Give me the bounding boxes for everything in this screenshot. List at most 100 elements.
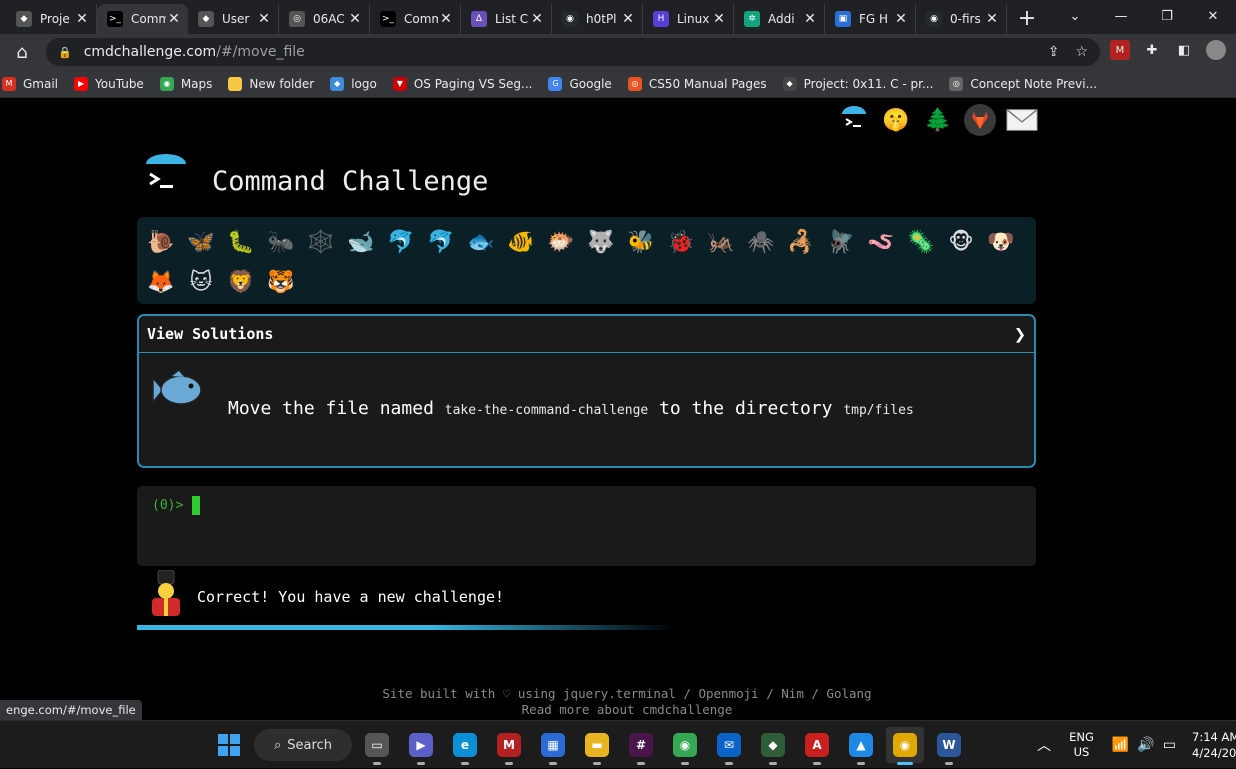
challenge-animal-icon[interactable]: 🪱 bbox=[861, 222, 901, 262]
close-tab-icon[interactable]: ✕ bbox=[711, 11, 727, 27]
taskbar-app-store[interactable]: ▦ bbox=[534, 727, 572, 765]
taskbar-app-acrobat[interactable]: A bbox=[798, 727, 836, 765]
terminal-icon[interactable] bbox=[838, 104, 870, 136]
close-tab-icon[interactable]: ✕ bbox=[74, 11, 90, 27]
close-tab-icon[interactable]: ✕ bbox=[802, 11, 818, 27]
mail-icon[interactable] bbox=[1006, 104, 1038, 136]
mendeley-extension-icon[interactable]: M bbox=[1110, 40, 1130, 60]
language-indicator[interactable]: ENG US bbox=[1069, 730, 1094, 760]
start-button[interactable] bbox=[210, 727, 248, 763]
taskbar-app-mail[interactable]: ✉ bbox=[710, 727, 748, 765]
star-icon[interactable]: ☆ bbox=[1075, 44, 1088, 60]
wifi-icon[interactable]: 📶 bbox=[1112, 737, 1129, 753]
shushing-face-icon[interactable]: 🤫 bbox=[880, 104, 912, 136]
challenge-animal-icon[interactable]: 🦗 bbox=[701, 222, 741, 262]
challenge-animal-icon[interactable]: 🦂 bbox=[781, 222, 821, 262]
restore-icon[interactable]: ❐ bbox=[1144, 0, 1190, 32]
taskbar-app-chrome[interactable]: ◉ bbox=[886, 727, 924, 765]
close-window-icon[interactable]: ✕ bbox=[1190, 0, 1236, 32]
challenge-animal-icon[interactable]: 🐺 bbox=[581, 222, 621, 262]
challenge-animal-icon[interactable]: 🕷️ bbox=[741, 222, 781, 262]
browser-tab[interactable]: Δ List C ✕ bbox=[461, 4, 552, 34]
volume-icon[interactable]: 🔊 bbox=[1137, 737, 1154, 753]
taskbar-app-git[interactable]: ◆ bbox=[754, 727, 792, 765]
challenge-animal-icon[interactable]: 🐌 bbox=[141, 222, 181, 262]
challenge-animal-icon[interactable]: 🐶 bbox=[981, 222, 1021, 262]
taskbar-search[interactable]: ⌕ Search bbox=[254, 729, 352, 761]
challenge-animal-icon[interactable]: 🦊 bbox=[141, 262, 181, 302]
new-tab-button[interactable]: + bbox=[1013, 4, 1041, 32]
taskbar-app-teams[interactable]: ▶ bbox=[402, 727, 440, 765]
address-bar[interactable]: 🔒 cmdchallenge.com/#/move_file ⇪ ☆ bbox=[46, 38, 1100, 66]
challenge-animal-icon[interactable]: 🕸️ bbox=[301, 222, 341, 262]
challenge-animal-icon[interactable]: 🐠 bbox=[501, 222, 541, 262]
taskbar-app-file-explorer[interactable]: ▭ bbox=[358, 727, 396, 765]
share-icon[interactable]: ⇪ bbox=[1048, 44, 1060, 60]
close-tab-icon[interactable]: ✕ bbox=[347, 11, 363, 27]
browser-tab[interactable]: >_ Comm✕ bbox=[370, 4, 461, 34]
challenge-animal-icon[interactable]: 🐯 bbox=[261, 262, 301, 302]
bookmark-item[interactable]: G Google bbox=[548, 76, 612, 91]
challenge-animal-icon[interactable]: 🐟 bbox=[461, 222, 501, 262]
taskbar-app-photos[interactable]: ▲ bbox=[842, 727, 880, 765]
browser-tab[interactable]: ◎ 06AC ✕ bbox=[279, 4, 370, 34]
challenge-animal-icon[interactable]: 🐛 bbox=[221, 222, 261, 262]
extensions-puzzle-icon[interactable]: ✚ bbox=[1142, 40, 1162, 60]
challenge-animal-icon[interactable]: 🐬 bbox=[421, 222, 461, 262]
read-more-link[interactable]: Read more about cmdchallenge bbox=[0, 702, 1236, 718]
gitlab-icon[interactable] bbox=[964, 104, 996, 136]
battery-icon[interactable]: ▭ bbox=[1163, 737, 1176, 753]
taskbar-app-word[interactable]: W bbox=[930, 727, 968, 765]
browser-tab[interactable]: ✲ Addi ✕ bbox=[734, 4, 825, 34]
bookmark-item[interactable]: ◎ Concept Note Previ... bbox=[949, 76, 1097, 91]
chevron-up-icon[interactable]: ︿ bbox=[1037, 735, 1051, 755]
taskbar-app-chrome-profile[interactable]: ◉ bbox=[666, 727, 704, 765]
challenge-animal-icon[interactable]: 🐜 bbox=[261, 222, 301, 262]
challenge-animal-icon[interactable]: 🐞 bbox=[661, 222, 701, 262]
close-tab-icon[interactable]: ✕ bbox=[438, 11, 454, 27]
browser-tab[interactable]: ◉ 0-firs ✕ bbox=[916, 4, 1007, 34]
challenge-animal-icon[interactable]: 🦁 bbox=[221, 262, 261, 302]
challenge-animal-icon[interactable]: 🦋 bbox=[181, 222, 221, 262]
bookmark-item[interactable]: ◎ CS50 Manual Pages bbox=[627, 76, 767, 91]
close-tab-icon[interactable]: ✕ bbox=[984, 11, 1000, 27]
taskbar-app-edge[interactable]: e bbox=[446, 727, 484, 765]
challenge-animal-icon[interactable]: 🐱 bbox=[181, 262, 221, 302]
minimize-icon[interactable]: — bbox=[1098, 0, 1144, 32]
bookmark-item[interactable]: M Gmail bbox=[2, 76, 58, 91]
bookmark-item[interactable]: ▶ YouTube bbox=[74, 76, 144, 91]
terminal[interactable]: (0)> bbox=[137, 486, 1036, 566]
browser-tab[interactable]: ◆ User ✕ bbox=[188, 4, 279, 34]
tab-search-icon[interactable]: ⌄ bbox=[1052, 0, 1098, 32]
profile-avatar[interactable] bbox=[1206, 40, 1226, 60]
home-icon[interactable]: ⌂ bbox=[4, 42, 40, 63]
bookmark-item[interactable]: ▼ OS Paging VS Seg... bbox=[392, 76, 532, 91]
browser-tab[interactable]: ◆ Proje ✕ bbox=[6, 4, 97, 34]
bookmark-item[interactable]: ◆ logo bbox=[330, 76, 377, 91]
close-tab-icon[interactable]: ✕ bbox=[256, 11, 272, 27]
bookmark-item[interactable]: ◆ Project: 0x11. C - pr... bbox=[782, 76, 933, 91]
browser-tab[interactable]: ◉ h0tPl ✕ bbox=[552, 4, 643, 34]
close-tab-icon[interactable]: ✕ bbox=[893, 11, 909, 27]
clock[interactable]: 7:14 AM 4/24/2023 bbox=[1192, 729, 1236, 761]
browser-tab[interactable]: ▣ FG H ✕ bbox=[825, 4, 916, 34]
close-tab-icon[interactable]: ✕ bbox=[620, 11, 636, 27]
browser-tab[interactable]: H Linux ✕ bbox=[643, 4, 734, 34]
bookmark-item[interactable]: ◉ Maps bbox=[159, 76, 212, 91]
view-solutions-toggle[interactable]: View Solutions ❯ bbox=[139, 316, 1034, 353]
browser-tab[interactable]: >_ Comma✕ bbox=[97, 4, 188, 34]
taskbar-app-slack[interactable]: # bbox=[622, 727, 660, 765]
close-tab-icon[interactable]: ✕ bbox=[166, 11, 182, 27]
challenge-animal-icon[interactable]: 🐝 bbox=[621, 222, 661, 262]
challenge-animal-icon[interactable]: 🪰 bbox=[821, 222, 861, 262]
challenge-animal-icon[interactable]: 🦠 bbox=[901, 222, 941, 262]
taskbar-app-folder[interactable]: ▬ bbox=[578, 727, 616, 765]
challenge-animal-icon[interactable]: 🐬 bbox=[381, 222, 421, 262]
challenge-animal-icon[interactable]: 🐋 bbox=[341, 222, 381, 262]
close-tab-icon[interactable]: ✕ bbox=[529, 11, 545, 27]
bookmark-item[interactable]: New folder bbox=[228, 76, 314, 91]
side-panel-icon[interactable]: ◧ bbox=[1174, 40, 1194, 60]
tree-icon[interactable]: 🌲 bbox=[922, 104, 954, 136]
taskbar-app-mendeley[interactable]: M bbox=[490, 727, 528, 765]
challenge-animal-icon[interactable]: 🐵 bbox=[941, 222, 981, 262]
